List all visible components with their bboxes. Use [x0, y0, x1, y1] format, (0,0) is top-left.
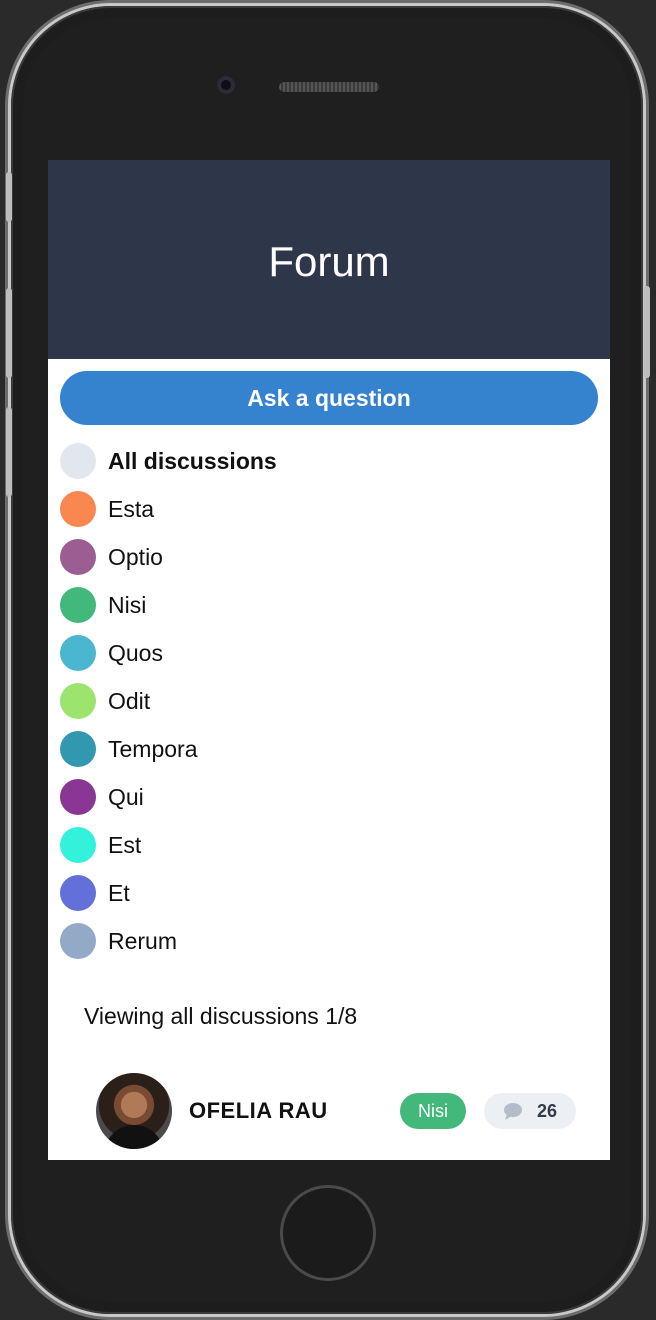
home-button[interactable] — [280, 1185, 376, 1281]
tag-label: Qui — [108, 783, 144, 810]
tag-color-dot — [60, 731, 96, 767]
mute-switch — [6, 172, 12, 222]
tag-color-dot — [60, 443, 96, 479]
power-button — [644, 286, 650, 378]
tag-label: Odit — [108, 687, 151, 714]
tag-color-dot — [60, 779, 96, 815]
tag-label: Tempora — [108, 735, 198, 762]
tag-color-dot — [60, 587, 96, 623]
forum-header: Forum — [48, 160, 610, 359]
tag-label: Est — [108, 831, 142, 858]
listing-status: Viewing all discussions 1/8 — [84, 1003, 358, 1029]
tag-color-dot — [60, 923, 96, 959]
tag-color-dot — [60, 683, 96, 719]
tag-label: Et — [108, 879, 130, 906]
volume-down-button — [6, 407, 12, 497]
tag-label: Quos — [108, 639, 163, 666]
tag-color-dot — [60, 635, 96, 671]
tag-color-dot — [60, 875, 96, 911]
tag-item-optio[interactable]: Optio — [60, 533, 598, 581]
tag-item-odit[interactable]: Odit — [60, 677, 598, 725]
tag-list: All discussions Esta Optio Nisi Quos Odi… — [60, 437, 598, 965]
tag-color-dot — [60, 491, 96, 527]
tag-color-dot — [60, 827, 96, 863]
earpiece-speaker — [279, 82, 379, 92]
tag-label: Rerum — [108, 927, 178, 954]
tag-label: Optio — [108, 543, 163, 570]
avatar-shirt — [104, 1125, 164, 1149]
ask-question-button[interactable]: Ask a question — [60, 371, 598, 425]
volume-up-button — [6, 288, 12, 378]
tag-item-tempora[interactable]: Tempora — [60, 725, 598, 773]
tag-label: All discussions — [108, 447, 277, 474]
tag-label: Esta — [108, 495, 155, 522]
tag-item-qui[interactable]: Qui — [60, 773, 598, 821]
tag-item-nisi[interactable]: Nisi — [60, 581, 598, 629]
discussion-author: OFELIA RAU — [189, 1098, 328, 1123]
tag-item-all-discussions[interactable]: All discussions — [60, 437, 598, 485]
page-title: Forum — [268, 237, 390, 285]
tag-label: Nisi — [108, 591, 147, 618]
tag-color-dot — [60, 539, 96, 575]
discussion-row[interactable]: OFELIA RAU Nisi 26 — [96, 1073, 576, 1149]
reply-count: 26 — [536, 1100, 558, 1121]
tag-item-rerum[interactable]: Rerum — [60, 917, 598, 965]
avatar — [96, 1073, 172, 1149]
app-screen: Forum Ask a question All discussions Est… — [48, 160, 610, 1160]
discussion-tag-badge[interactable]: Nisi — [400, 1093, 466, 1129]
tag-item-et[interactable]: Et — [60, 869, 598, 917]
tag-item-quos[interactable]: Quos — [60, 629, 598, 677]
reply-count-badge: 26 — [484, 1093, 576, 1129]
tag-item-esta[interactable]: Esta — [60, 485, 598, 533]
tag-item-est[interactable]: Est — [60, 821, 598, 869]
chat-bubble-icon — [503, 1103, 522, 1120]
front-camera — [217, 76, 235, 94]
